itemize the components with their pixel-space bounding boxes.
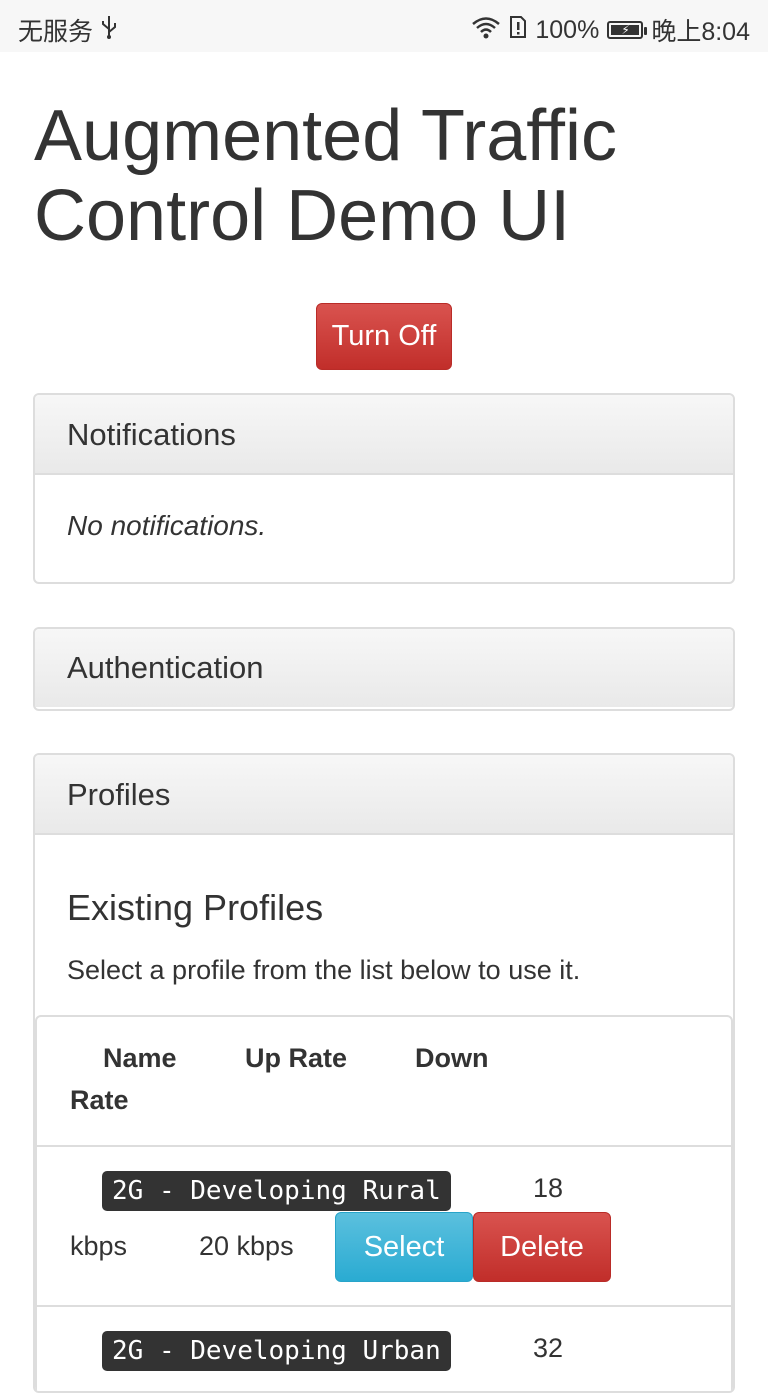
notifications-panel: Notifications No notifications. (33, 393, 735, 584)
profiles-body: Existing Profiles Select a profile from … (35, 835, 733, 1391)
wifi-icon (471, 15, 501, 46)
select-profile-button[interactable]: Select (335, 1212, 473, 1282)
profile-name-label: 2G - Developing Urban (102, 1331, 451, 1371)
delete-profile-button[interactable]: Delete (473, 1212, 611, 1282)
table-divider (37, 1145, 731, 1147)
carrier-text: 无服务 (18, 18, 94, 46)
status-bar: 无服务 100% ⚡ 晚上8:04 (0, 0, 768, 52)
table-divider (37, 1305, 731, 1307)
profiles-panel: Profiles Existing Profiles Select a prof… (33, 753, 735, 1393)
column-header-up-rate: Up Rate (245, 1043, 348, 1073)
profiles-heading[interactable]: Profiles (35, 755, 733, 835)
profiles-description: Select a profile from the list below to … (67, 955, 581, 985)
turn-off-button[interactable]: Turn Off (316, 303, 452, 370)
authentication-heading[interactable]: Authentication (35, 629, 733, 707)
page-title: Augmented Traffic Control Demo UI (34, 96, 617, 256)
profile-up-rate: 20 kbps (199, 1231, 294, 1261)
profile-name-label: 2G - Developing Rural (102, 1171, 451, 1211)
clock-time: 晚上8:04 (651, 18, 750, 46)
authentication-panel: Authentication (33, 627, 735, 711)
profile-down-unit: kbps (70, 1231, 128, 1261)
usb-icon (99, 15, 119, 46)
notifications-heading[interactable]: Notifications (35, 395, 733, 475)
notifications-empty-text: No notifications. (67, 510, 267, 541)
column-header-rate: Rate (70, 1085, 129, 1115)
column-header-down: Down (415, 1043, 489, 1073)
profile-down-value: 32 (533, 1333, 564, 1363)
existing-profiles-title: Existing Profiles (67, 887, 324, 928)
battery-charging-icon: ⚡ (607, 21, 648, 39)
profile-down-value: 18 (533, 1173, 564, 1203)
sim-alert-icon (509, 15, 527, 46)
column-header-name: Name (103, 1043, 177, 1073)
profiles-table: Name Up Rate Down Rate 2G - Developing R… (35, 1015, 733, 1391)
battery-percent: 100% (535, 15, 600, 44)
